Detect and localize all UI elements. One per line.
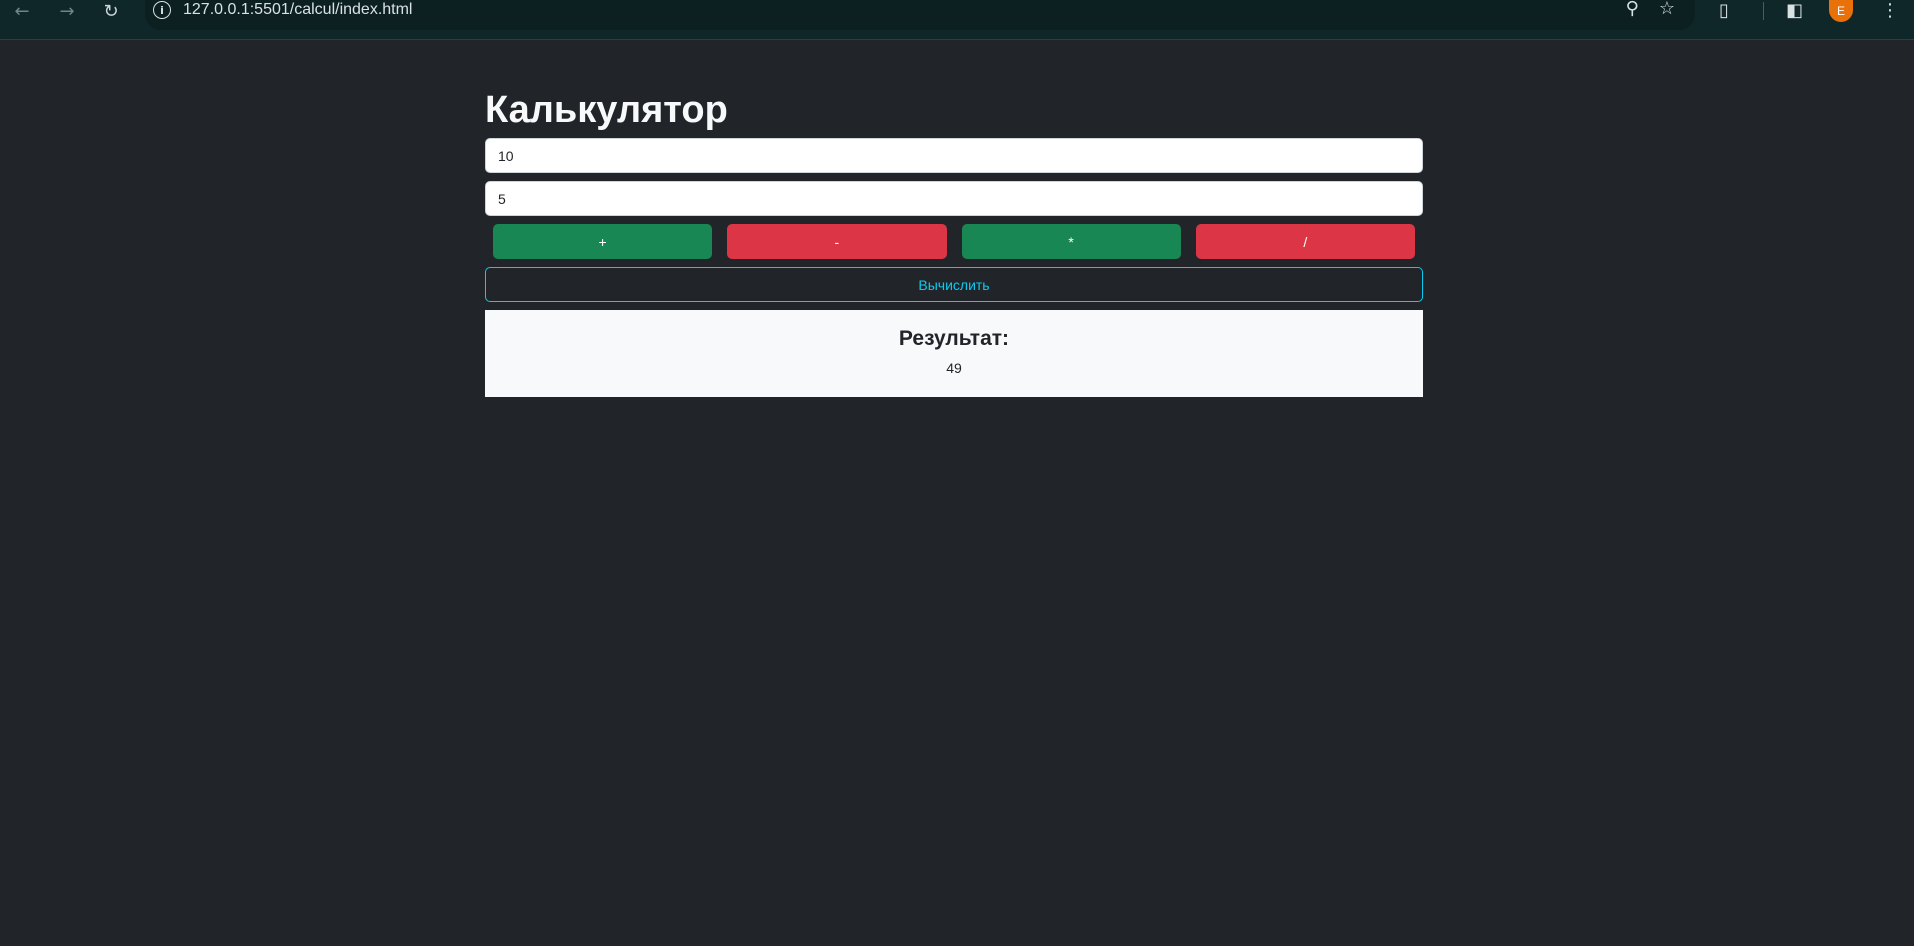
- zoom-icon[interactable]: ⚲: [1626, 0, 1639, 19]
- avatar[interactable]: E: [1829, 0, 1853, 22]
- page-title: Калькулятор: [485, 89, 728, 131]
- url-text[interactable]: 127.0.0.1:5501/calcul/index.html: [183, 1, 412, 19]
- result-value: 49: [946, 360, 962, 376]
- arrow-right-icon[interactable]: →: [51, 0, 83, 22]
- reload-icon[interactable]: ↻: [95, 0, 127, 22]
- multiply-button[interactable]: *: [961, 224, 1181, 259]
- star-icon[interactable]: ☆: [1659, 0, 1675, 19]
- puzzle-icon[interactable]: ▯: [1719, 0, 1729, 21]
- calculate-button[interactable]: Вычислить: [485, 267, 1423, 302]
- first-number-input[interactable]: [485, 138, 1423, 173]
- calculator-container: Калькулятор + - * / Вычислить Результат:…: [485, 86, 1423, 397]
- subtract-button[interactable]: -: [727, 224, 947, 259]
- side-panel-icon[interactable]: ◧: [1786, 0, 1803, 21]
- address-bar[interactable]: i 127.0.0.1:5501/calcul/index.html ⚲ ☆: [145, 0, 1695, 30]
- divide-button[interactable]: /: [1195, 224, 1415, 259]
- result-title: Результат:: [898, 327, 1010, 350]
- result-panel: Результат: 49: [485, 310, 1423, 397]
- second-number-input[interactable]: [485, 181, 1423, 216]
- toolbar-divider: [1763, 2, 1764, 20]
- browser-toolbar: ← → ↻ i 127.0.0.1:5501/calcul/index.html…: [0, 0, 1914, 40]
- info-icon[interactable]: i: [153, 1, 171, 19]
- kebab-menu-icon[interactable]: ⋮: [1881, 0, 1899, 21]
- arrow-left-icon[interactable]: ←: [6, 0, 38, 22]
- add-button[interactable]: +: [493, 224, 713, 259]
- operation-buttons: + - * /: [485, 224, 1423, 259]
